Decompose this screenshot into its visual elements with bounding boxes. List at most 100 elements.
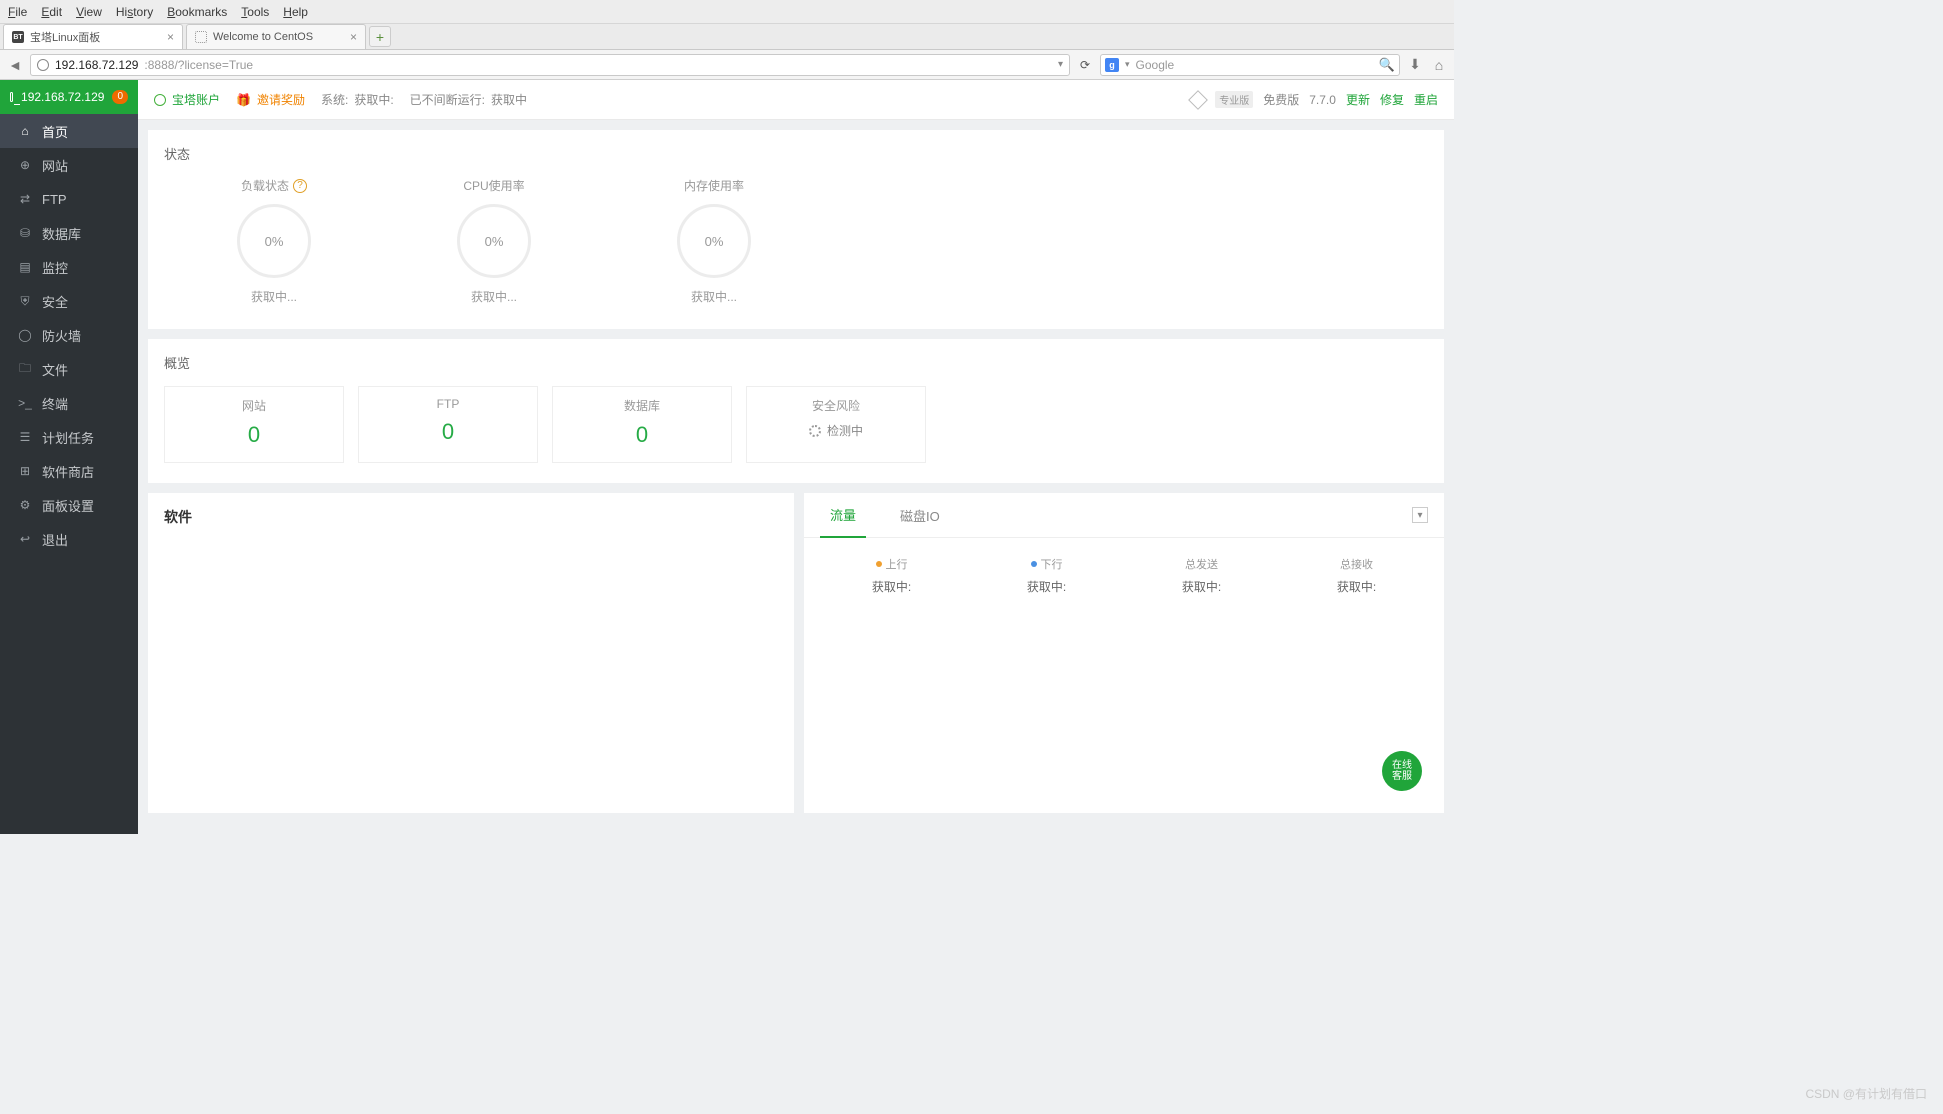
sidebar-item-5[interactable]: ⛨安全 (0, 284, 138, 318)
update-link[interactable]: 更新 (1346, 91, 1370, 108)
sidebar-item-12[interactable]: ↩退出 (0, 522, 138, 556)
overview-card[interactable]: 网站0 (164, 386, 344, 463)
sidebar-icon: 🗀 (18, 359, 32, 380)
sidebar-icon: ⊞ (18, 464, 32, 478)
software-panel: 软件 (148, 493, 794, 813)
sidebar-item-9[interactable]: ☰计划任务 (0, 420, 138, 454)
app-root: 192.168.72.129 0 ⌂ 首页 ⊕ 网站 ⇄FTP⛁数据库 ▤ 监控 ⛨安全◯防火… (0, 80, 1454, 834)
sidebar-item-6[interactable]: ◯防火墙 (0, 318, 138, 352)
account-label: 宝塔账户 (172, 91, 220, 108)
sidebar-label: 面板设置 (42, 496, 94, 515)
sidebar-label: FTP (42, 192, 67, 207)
dropdown-icon[interactable]: ▾ (1125, 59, 1130, 70)
traffic-col: 上行获取中: (822, 556, 962, 595)
traffic-col: 总接收获取中: (1287, 556, 1427, 595)
menu-file[interactable]: File (8, 5, 27, 19)
menu-tools[interactable]: Tools (241, 5, 269, 19)
status-card: 负载状态?0%获取中... (194, 177, 354, 305)
status-card: 内存使用率0%获取中... (634, 177, 794, 305)
sidebar-label: 软件商店 (42, 462, 94, 481)
version-label: 7.7.0 (1309, 93, 1336, 107)
sidebar-icon: >_ (18, 396, 32, 410)
search-icon[interactable]: 🔍 (1379, 57, 1395, 73)
sidebar-icon: ☰ (18, 430, 32, 444)
sidebar-item-10[interactable]: ⊞ 软件商店 (0, 454, 138, 488)
expand-icon[interactable]: ▾ (1412, 507, 1428, 523)
account-link[interactable]: 宝塔账户 (154, 91, 220, 108)
close-icon[interactable]: × (167, 30, 174, 44)
pro-badge[interactable]: 专业版 (1215, 91, 1253, 108)
menu-history[interactable]: History (116, 5, 153, 19)
browser-menubar: File Edit View History Bookmarks Tools H… (0, 0, 1454, 24)
repair-link[interactable]: 修复 (1380, 91, 1404, 108)
overview-card[interactable]: FTP0 (358, 386, 538, 463)
sidebar-item-2[interactable]: ⇄FTP (0, 182, 138, 216)
overview-card[interactable]: 数据库0 (552, 386, 732, 463)
sidebar-item-3[interactable]: ⛁数据库 (0, 216, 138, 250)
dropdown-icon[interactable]: ▾ (1058, 59, 1063, 70)
search-input[interactable]: g ▾ Google 🔍 (1100, 54, 1400, 76)
sidebar-item-11[interactable]: ⚙面板设置 (0, 488, 138, 522)
gauge-ring: 0% (457, 204, 531, 278)
tab-centos[interactable]: Welcome to CentOS × (186, 24, 366, 49)
sidebar-label: 首页 (42, 122, 68, 141)
close-icon[interactable]: × (350, 30, 357, 44)
bottom-row: 软件 流量 磁盘IO ▾ 上行获取中:下行获取中:总发送获取中:总接收获取中: … (148, 493, 1444, 813)
tab-title: 宝塔Linux面板 (30, 29, 100, 45)
notice-badge[interactable]: 0 (112, 90, 128, 104)
menu-bookmarks[interactable]: Bookmarks (167, 5, 227, 19)
tab-diskio[interactable]: 磁盘IO (890, 494, 950, 537)
sidebar-item-1[interactable]: ⊕ 网站 (0, 148, 138, 182)
menu-edit[interactable]: Edit (41, 5, 62, 19)
restart-link[interactable]: 重启 (1414, 91, 1438, 108)
tab-traffic[interactable]: 流量 (820, 493, 866, 538)
search-placeholder: Google (1136, 58, 1175, 72)
sidebar-label: 防火墙 (42, 326, 81, 345)
panel-title: 概览 (164, 353, 1428, 372)
sidebar-item-4[interactable]: ▤ 监控 (0, 250, 138, 284)
reload-button[interactable]: ⟳ (1076, 58, 1094, 72)
status-sub: 获取中... (194, 288, 354, 305)
sidebar-item-8[interactable]: >_终端 (0, 386, 138, 420)
sidebar-header[interactable]: 192.168.72.129 0 (0, 80, 138, 114)
sidebar-icon: ⛨ (18, 294, 32, 309)
ov-value: 0 (165, 422, 343, 448)
sidebar-item-7[interactable]: 🗀 文件 (0, 352, 138, 386)
overview-card[interactable]: 安全风险检测中 (746, 386, 926, 463)
traffic-label: 上行 (822, 556, 962, 572)
url-input[interactable]: 192.168.72.129:8888/?license=True ▾ (30, 54, 1070, 76)
sidebar-icon: ▤ (18, 260, 32, 274)
home-icon[interactable]: ⌂ (1430, 57, 1448, 73)
ov-value: 0 (359, 419, 537, 445)
traffic-label: 下行 (977, 556, 1117, 572)
traffic-col: 总发送获取中: (1132, 556, 1272, 595)
traffic-label: 总发送 (1132, 556, 1272, 572)
download-icon[interactable]: ⬇ (1406, 56, 1424, 73)
status-sub: 获取中... (414, 288, 574, 305)
sidebar-label: 退出 (42, 530, 68, 549)
sidebar-label: 文件 (42, 360, 68, 379)
menu-help[interactable]: Help (283, 5, 308, 19)
traffic-tabs: 流量 磁盘IO ▾ (804, 493, 1444, 538)
traffic-value: 获取中: (1287, 578, 1427, 595)
gauge-ring: 0% (237, 204, 311, 278)
support-fab[interactable]: 在线 客服 (1382, 751, 1422, 791)
tab-bt-panel[interactable]: BT 宝塔Linux面板 × (3, 24, 183, 49)
topbar-right: 专业版 免费版 7.7.0 更新 修复 重启 (1191, 91, 1438, 108)
back-button[interactable]: ◄ (6, 57, 24, 73)
traffic-label: 总接收 (1287, 556, 1427, 572)
traffic-col: 下行获取中: (977, 556, 1117, 595)
ov-label: 安全风险 (747, 397, 925, 414)
help-icon[interactable]: ? (293, 179, 307, 193)
sidebar-label: 监控 (42, 258, 68, 277)
sidebar-item-0[interactable]: ⌂ 首页 (0, 114, 138, 148)
traffic-value: 获取中: (822, 578, 962, 595)
invite-label: 邀请奖励 (257, 91, 305, 108)
sidebar-icon: ⌂ (18, 124, 32, 138)
invite-link[interactable]: 🎁 邀请奖励 (236, 91, 305, 108)
menu-view[interactable]: View (76, 5, 102, 19)
sidebar-label: 网站 (42, 156, 68, 175)
new-tab-button[interactable]: + (369, 26, 391, 47)
dot-icon (1031, 561, 1037, 567)
sidebar-icon: ⊕ (18, 158, 32, 172)
